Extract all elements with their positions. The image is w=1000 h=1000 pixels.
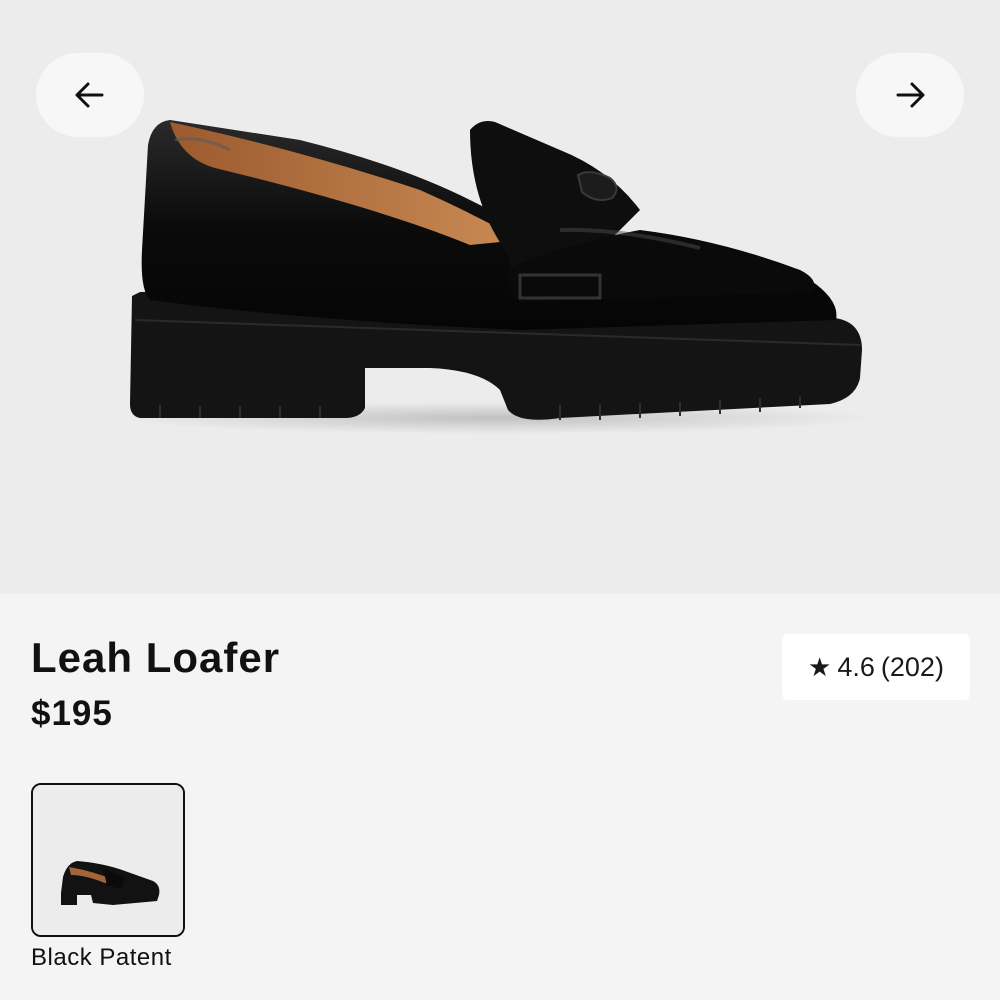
star-icon: ★ (808, 652, 832, 682)
review-count: (202) (880, 651, 944, 682)
swatch-thumbnail-image (33, 785, 183, 935)
product-title: Leah Loafer (31, 634, 281, 681)
rating-score: 4.6 (837, 651, 875, 682)
arrow-right-icon (896, 82, 925, 108)
product-info: Leah Loafer $195 ★ 4.6 (202) Black Paten… (0, 594, 1000, 1000)
product-image-gallery (0, 0, 1000, 594)
previous-image-button[interactable] (36, 53, 144, 137)
rating-badge[interactable]: ★ 4.6 (202) (782, 634, 970, 700)
color-label: Black Patent (31, 944, 172, 971)
arrow-left-icon (75, 82, 104, 108)
next-image-button[interactable] (856, 53, 964, 137)
color-swatch-black-patent[interactable] (31, 783, 185, 937)
product-price: $195 (31, 694, 113, 733)
product-image (115, 120, 875, 434)
